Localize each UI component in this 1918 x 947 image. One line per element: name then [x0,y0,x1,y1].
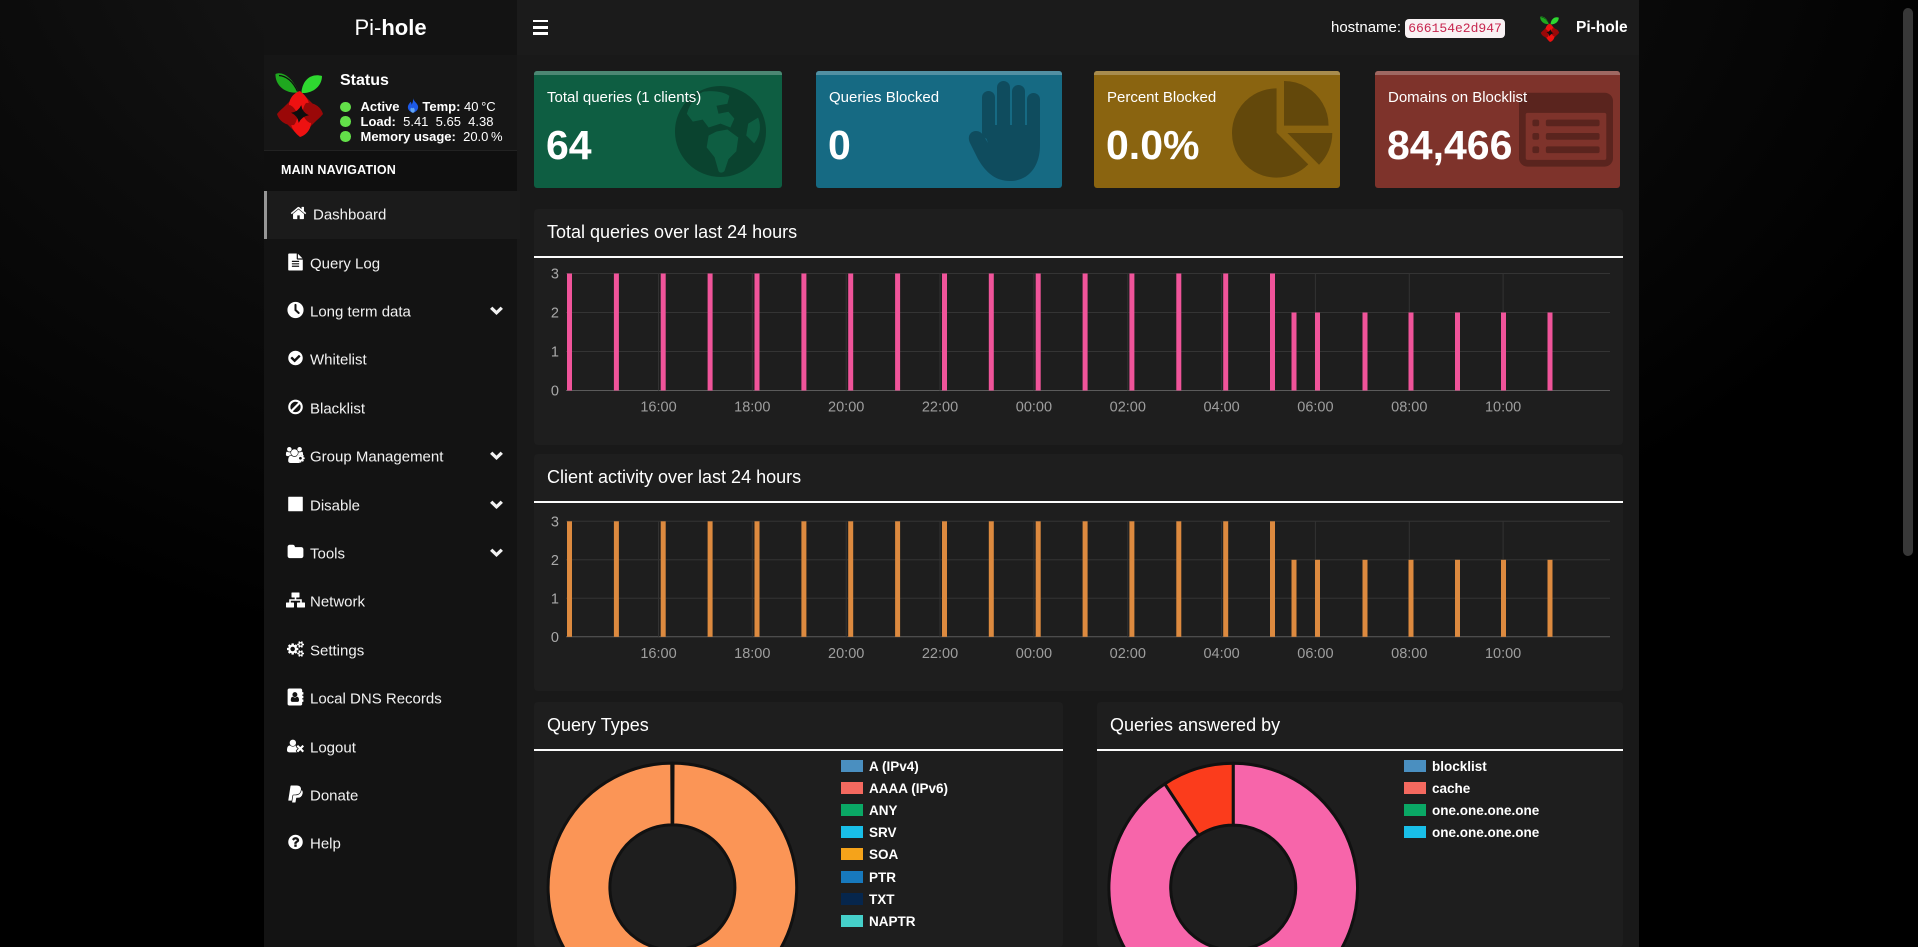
svg-text:10:00: 10:00 [1485,646,1521,662]
svg-text:20:00: 20:00 [828,400,864,416]
svg-text:18:00: 18:00 [734,646,770,662]
svg-text:18:00: 18:00 [734,400,770,416]
svg-text:20:00: 20:00 [828,646,864,662]
svg-text:1: 1 [551,345,559,361]
svg-text:22:00: 22:00 [922,646,958,662]
svg-text:2: 2 [551,306,559,322]
svg-text:06:00: 06:00 [1297,646,1333,662]
svg-text:1: 1 [551,591,559,607]
svg-text:00:00: 00:00 [1016,400,1052,416]
svg-text:06:00: 06:00 [1297,400,1333,416]
svg-text:00:00: 00:00 [1016,646,1052,662]
svg-text:04:00: 04:00 [1203,400,1239,416]
svg-text:0: 0 [551,384,559,400]
svg-text:16:00: 16:00 [640,646,676,662]
svg-text:3: 3 [551,514,559,530]
svg-text:10:00: 10:00 [1485,400,1521,416]
svg-text:0: 0 [551,630,559,646]
svg-text:08:00: 08:00 [1391,646,1427,662]
svg-text:3: 3 [551,267,559,283]
svg-text:16:00: 16:00 [640,400,676,416]
svg-text:2: 2 [551,553,559,569]
svg-text:04:00: 04:00 [1203,646,1239,662]
svg-text:08:00: 08:00 [1391,400,1427,416]
svg-text:02:00: 02:00 [1110,400,1146,416]
svg-text:02:00: 02:00 [1110,646,1146,662]
svg-text:22:00: 22:00 [922,400,958,416]
